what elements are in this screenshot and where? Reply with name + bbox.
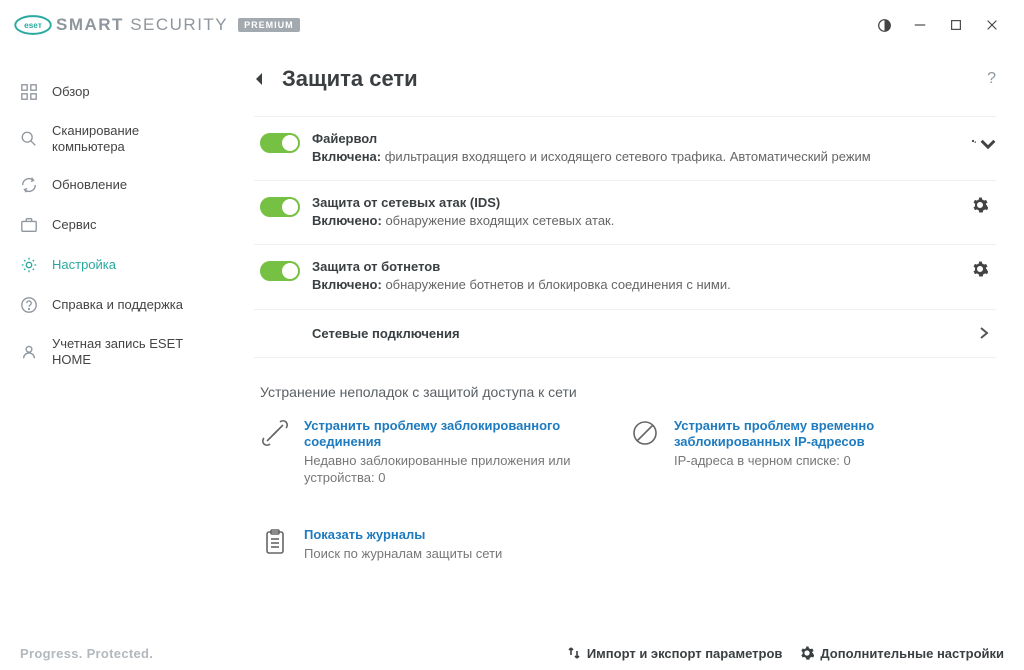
card-desc: Недавно заблокированные приложения или у…	[304, 453, 590, 487]
sidebar-item-tools[interactable]: Сервис	[0, 205, 226, 245]
card-title[interactable]: Устранить проблему временно заблокирован…	[674, 418, 960, 452]
sidebar-item-label: Сервис	[52, 217, 97, 233]
user-icon	[20, 343, 38, 361]
sidebar-item-label: Обновление	[52, 177, 127, 193]
sidebar-item-label: Обзор	[52, 84, 90, 100]
card-blocked-ip: Устранить проблему временно заблокирован…	[630, 418, 960, 488]
refresh-icon	[20, 176, 38, 194]
sidebar: Обзор Сканирование компьютера Обновление…	[0, 50, 226, 636]
sidebar-item-setup[interactable]: Настройка	[0, 245, 226, 285]
network-connections-link[interactable]: Сетевые подключения	[254, 309, 996, 358]
chevron-right-icon	[978, 327, 990, 339]
sidebar-item-label: Настройка	[52, 257, 116, 273]
gear-icon	[20, 256, 38, 274]
sidebar-item-help[interactable]: Справка и поддержка	[0, 285, 226, 325]
card-title[interactable]: Устранить проблему заблокированного соед…	[304, 418, 590, 452]
back-button[interactable]	[254, 72, 264, 86]
sidebar-item-home[interactable]: Учетная запись ESET HOME	[0, 325, 226, 378]
link-label: Сетевые подключения	[312, 326, 460, 341]
option-title: Защита от сетевых атак (IDS)	[312, 195, 970, 210]
option-title: Защита от ботнетов	[312, 259, 970, 274]
option-settings-botnet[interactable]	[970, 259, 990, 279]
option-desc: Включено: обнаружение ботнетов и блокиро…	[312, 276, 970, 294]
clipboard-icon	[260, 527, 290, 557]
sidebar-item-label: Справка и поддержка	[52, 297, 183, 313]
premium-badge: PREMIUM	[238, 18, 300, 32]
card-blocked-connection: Устранить проблему заблокированного соед…	[260, 418, 590, 488]
minimize-button[interactable]	[902, 7, 938, 43]
brand-logo: eseт SMART SECURITY PREMIUM	[14, 14, 300, 36]
sidebar-item-scan[interactable]: Сканирование компьютера	[0, 112, 226, 165]
dashboard-icon	[20, 83, 38, 101]
sidebar-item-label: Учетная запись ESET HOME	[52, 336, 206, 367]
gear-icon	[800, 646, 814, 660]
block-icon	[630, 418, 660, 448]
tagline: Progress. Protected.	[20, 646, 153, 661]
import-export-icon	[567, 646, 581, 660]
option-firewall: Файервол Включена: фильтрация входящего …	[254, 116, 996, 180]
import-export-link[interactable]: Импорт и экспорт параметров	[567, 646, 783, 661]
help-icon[interactable]: ?	[987, 70, 996, 88]
footer: Progress. Protected. Импорт и экспорт па…	[0, 636, 1024, 670]
card-title[interactable]: Показать журналы	[304, 527, 502, 544]
advanced-settings-link[interactable]: Дополнительные настройки	[800, 646, 1004, 661]
close-button[interactable]	[974, 7, 1010, 43]
sidebar-item-update[interactable]: Обновление	[0, 165, 226, 205]
toggle-botnet[interactable]	[260, 261, 300, 281]
chevron-down-icon	[980, 136, 990, 146]
titlebar: eseт SMART SECURITY PREMIUM	[0, 0, 1024, 50]
card-show-logs: Показать журналы Поиск по журналам защит…	[260, 527, 590, 563]
sidebar-item-label: Сканирование компьютера	[52, 123, 206, 154]
option-desc: Включена: фильтрация входящего и исходящ…	[312, 148, 970, 166]
option-botnet: Защита от ботнетов Включено: обнаружение…	[254, 244, 996, 308]
card-desc: Поиск по журналам защиты сети	[304, 546, 502, 563]
option-settings-ids[interactable]	[970, 195, 990, 215]
card-desc: IP-адреса в черном списке: 0	[674, 453, 960, 470]
brand-text: SMART SECURITY	[56, 15, 228, 35]
magnifier-icon	[20, 130, 38, 148]
toggle-firewall[interactable]	[260, 133, 300, 153]
svg-text:eseт: eseт	[24, 21, 42, 30]
briefcase-icon	[20, 216, 38, 234]
contrast-toggle[interactable]	[866, 7, 902, 43]
troubleshoot-title: Устранение неполадок с защитой доступа к…	[260, 384, 996, 400]
option-desc: Включено: обнаружение входящих сетевых а…	[312, 212, 970, 230]
toggle-ids[interactable]	[260, 197, 300, 217]
option-settings-firewall[interactable]	[970, 131, 990, 151]
help-icon	[20, 296, 38, 314]
option-ids: Защита от сетевых атак (IDS) Включено: о…	[254, 180, 996, 244]
page-title: Защита сети	[282, 66, 418, 92]
eset-eye-icon: eseт	[14, 14, 52, 36]
content-pane: Защита сети ? Файервол Включена: фильтра…	[226, 50, 1024, 636]
wrench-icon	[260, 418, 290, 448]
option-title: Файервол	[312, 131, 970, 146]
maximize-button[interactable]	[938, 7, 974, 43]
sidebar-item-overview[interactable]: Обзор	[0, 72, 226, 112]
